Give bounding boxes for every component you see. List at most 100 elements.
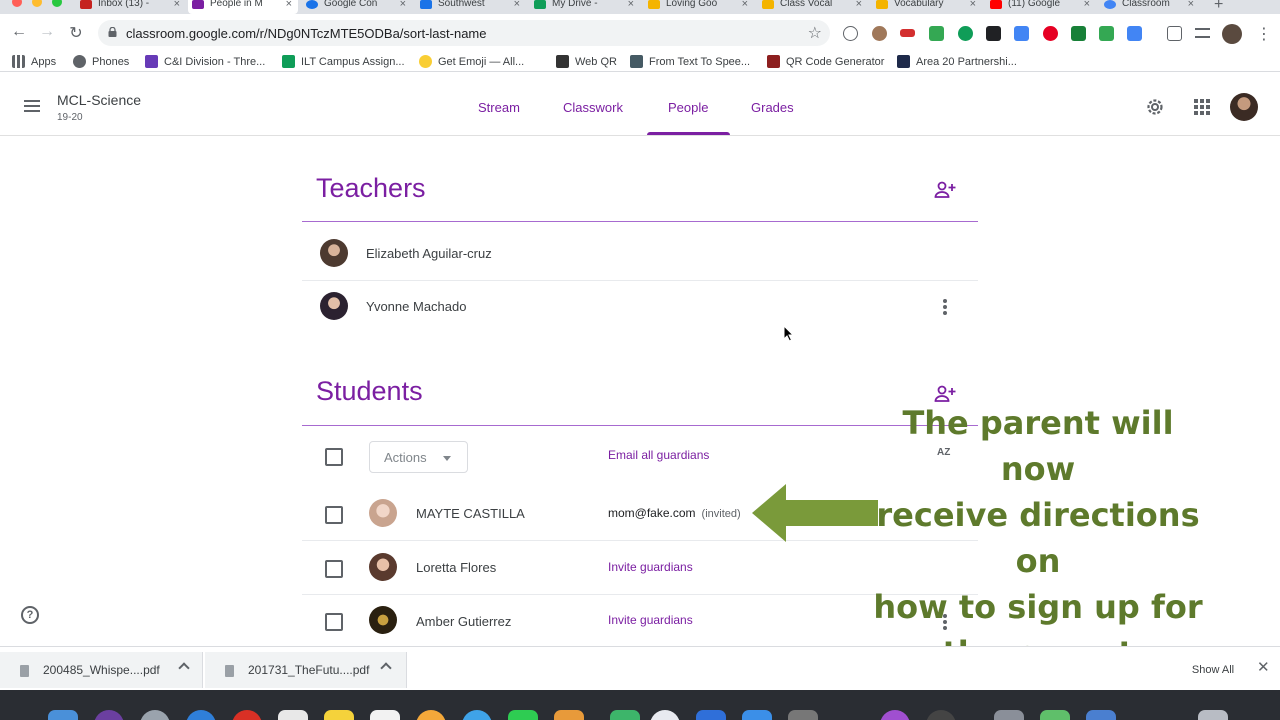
bookmark-web-qr[interactable]: Web QR (556, 55, 617, 68)
main-menu-icon[interactable] (24, 100, 40, 112)
help-extension-icon[interactable] (843, 26, 858, 41)
browser-tab[interactable]: (11) Google × (986, 0, 1096, 14)
bookmark-phones[interactable]: Phones (73, 55, 129, 68)
app-icon[interactable] (650, 710, 680, 720)
bookmark-star-icon[interactable]: ☆ (808, 23, 822, 43)
bookmark-ilt-campus[interactable]: ILT Campus Assign... (282, 55, 405, 68)
reload-icon[interactable]: ↻ (66, 23, 86, 43)
invite-guardians-link[interactable]: Invite guardians (608, 560, 693, 574)
tab-close-icon[interactable]: × (514, 0, 520, 10)
student-checkbox[interactable] (325, 506, 343, 524)
tab-close-icon[interactable]: × (970, 0, 976, 10)
app-store-icon[interactable] (696, 710, 726, 720)
help-icon[interactable]: ? (21, 606, 39, 624)
account-avatar[interactable] (1230, 93, 1258, 121)
puzzle-extension-icon[interactable] (1014, 26, 1029, 41)
numbers-icon[interactable] (610, 710, 640, 720)
pages-icon[interactable] (554, 710, 584, 720)
app-icon[interactable] (140, 710, 170, 720)
browser-tab[interactable]: Class Vocal × (758, 0, 868, 14)
tab-close-icon[interactable]: × (742, 0, 748, 10)
browser-tab[interactable]: Southwest × (416, 0, 526, 14)
tab-people[interactable]: People (668, 100, 708, 115)
sheets-extension-icon[interactable] (929, 26, 944, 41)
trash-icon[interactable] (1198, 710, 1228, 720)
app-icon[interactable] (994, 710, 1024, 720)
new-tab-icon[interactable]: + (1214, 0, 1223, 14)
app-icon[interactable] (742, 710, 772, 720)
bookmark-ci-division[interactable]: C&I Division - Thre... (145, 55, 265, 68)
add-teacher-icon[interactable] (934, 181, 956, 199)
settings-gear-icon[interactable] (1144, 96, 1166, 118)
address-bar[interactable]: classroom.google.com/r/NDg0NTczMTE5ODBa/… (98, 20, 830, 46)
tab-close-icon[interactable]: × (286, 0, 292, 10)
bookmark-qr-generator[interactable]: QR Code Generator (767, 55, 884, 68)
notes-icon[interactable] (324, 710, 354, 720)
pinterest-icon[interactable] (1043, 26, 1058, 41)
reading-list-icon[interactable] (1195, 28, 1210, 38)
extension-icon[interactable] (1099, 26, 1114, 41)
safari-icon[interactable] (186, 710, 216, 720)
close-shelf-icon[interactable]: ✕ (1257, 658, 1270, 676)
class-name[interactable]: MCL-Science (57, 92, 141, 108)
tab-close-icon[interactable]: × (628, 0, 634, 10)
google-apps-icon[interactable] (1191, 96, 1213, 118)
browser-tab[interactable]: Classroom × (1100, 0, 1200, 14)
finder-icon[interactable] (48, 710, 78, 720)
browser-menu-icon[interactable]: ⋮ (1256, 24, 1272, 44)
record-extension-icon[interactable] (900, 29, 915, 37)
app-icon[interactable] (94, 710, 124, 720)
email-all-guardians-link[interactable]: Email all guardians (608, 448, 709, 462)
teacher-options-icon[interactable] (943, 299, 947, 315)
green-extension-icon[interactable] (958, 26, 973, 41)
reminders-icon[interactable] (370, 710, 400, 720)
browser-tab-active[interactable]: People in M × (188, 0, 298, 14)
close-window-icon[interactable] (12, 0, 22, 7)
app-icon[interactable] (880, 710, 910, 720)
megaphone-extension-icon[interactable] (986, 26, 1001, 41)
minimize-window-icon[interactable] (32, 0, 42, 7)
browser-tab[interactable]: My Drive - × (530, 0, 640, 14)
messages-icon[interactable] (462, 710, 492, 720)
select-all-checkbox[interactable] (325, 448, 343, 466)
download-item[interactable]: 201731_TheFutu....pdf (205, 652, 407, 688)
bookmark-get-emoji[interactable]: Get Emoji — All... (419, 55, 524, 68)
photos-icon[interactable] (416, 710, 446, 720)
maximize-window-icon[interactable] (52, 0, 62, 7)
tab-grades[interactable]: Grades (751, 100, 794, 115)
show-all-downloads-button[interactable]: Show All (1180, 658, 1246, 682)
tab-classwork[interactable]: Classwork (563, 100, 623, 115)
app-icon[interactable] (926, 710, 956, 720)
tab-stream[interactable]: Stream (478, 100, 520, 115)
back-arrow-icon[interactable]: ← (9, 23, 29, 41)
chevron-up-icon[interactable] (380, 662, 392, 674)
browser-tab[interactable]: Google Con × (302, 0, 412, 14)
system-preferences-icon[interactable] (788, 710, 818, 720)
browser-tab[interactable]: Loving Goo × (644, 0, 754, 14)
browser-tab[interactable]: Vocabulary × (872, 0, 982, 14)
chevron-up-icon[interactable] (178, 662, 190, 674)
bookmark-apps[interactable]: Apps (12, 55, 56, 68)
tab-close-icon[interactable]: × (856, 0, 862, 10)
browser-tab[interactable]: Inbox (13) - × (76, 0, 186, 14)
invite-guardians-link[interactable]: Invite guardians (608, 613, 693, 627)
classroom-extension-icon[interactable] (1071, 26, 1086, 41)
calendar-app-icon[interactable] (278, 710, 308, 720)
browser-profile-avatar[interactable] (1222, 24, 1242, 44)
tab-close-icon[interactable]: × (1188, 0, 1194, 10)
tab-close-icon[interactable]: × (1084, 0, 1090, 10)
bookmark-area-20[interactable]: Area 20 Partnershi... (897, 55, 1017, 68)
app-icon[interactable] (1040, 710, 1070, 720)
bookmark-text-to-speech[interactable]: From Text To Spee... (630, 55, 750, 68)
tab-close-icon[interactable]: × (400, 0, 406, 10)
cookie-extension-icon[interactable] (872, 26, 887, 41)
student-checkbox[interactable] (325, 560, 343, 578)
actions-dropdown[interactable]: Actions (369, 441, 468, 473)
facetime-icon[interactable] (508, 710, 538, 720)
tab-close-icon[interactable]: × (174, 0, 180, 10)
download-item[interactable]: 200485_Whispe....pdf (0, 652, 203, 688)
translate-icon[interactable] (1127, 26, 1142, 41)
student-checkbox[interactable] (325, 613, 343, 631)
chrome-icon[interactable] (232, 710, 262, 720)
cast-icon[interactable] (1167, 26, 1182, 41)
